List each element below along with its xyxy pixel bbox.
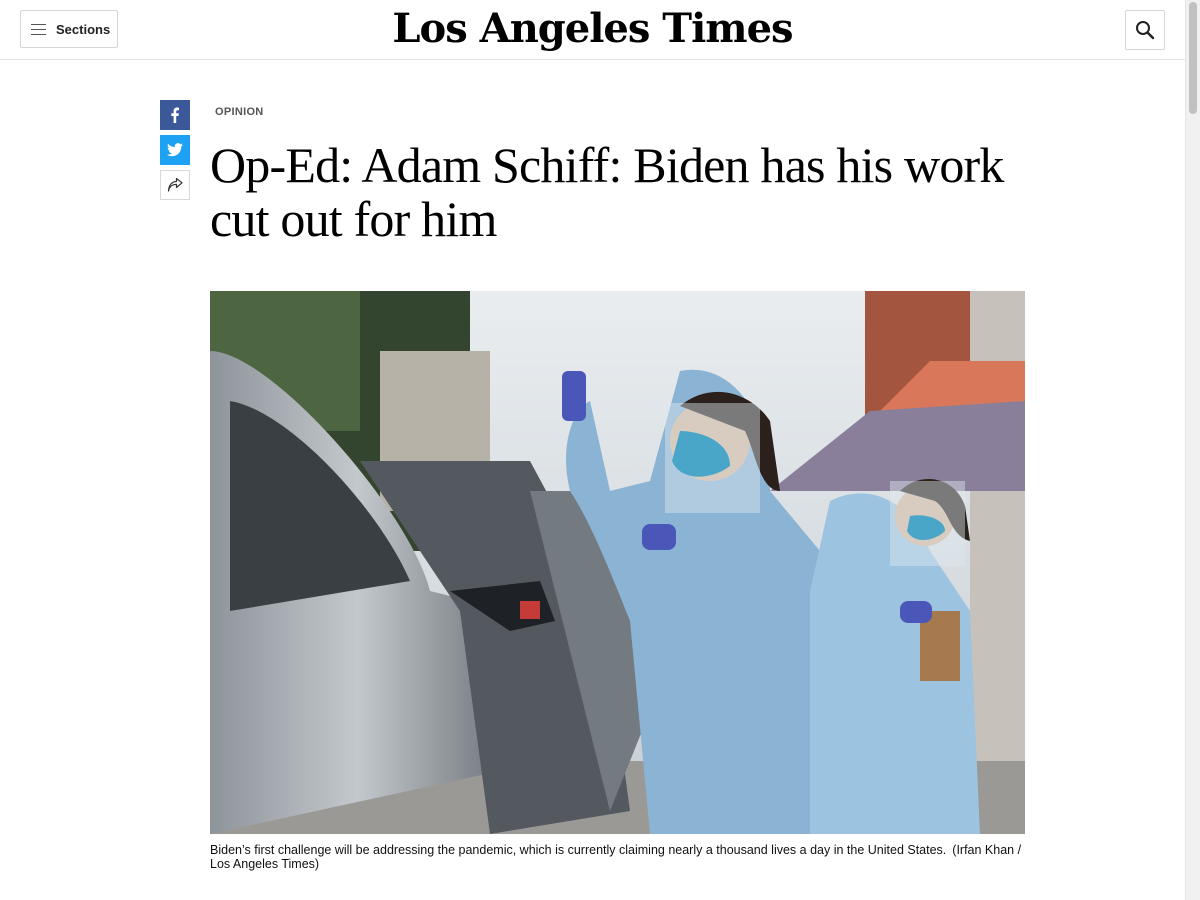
twitter-share-button[interactable] (160, 135, 190, 165)
search-button[interactable] (1125, 10, 1165, 50)
site-header: Sections Los Angeles Times (0, 0, 1185, 60)
page-scrollbar[interactable] (1185, 0, 1200, 900)
search-icon (1136, 21, 1155, 40)
testing-site-photo (210, 291, 1025, 834)
article-headline: Op-Ed: Adam Schiff: Biden has his work c… (210, 137, 1004, 247)
article-photo (210, 291, 1025, 834)
scrollbar-thumb[interactable] (1189, 2, 1197, 114)
share-arrow-icon (167, 178, 183, 192)
more-share-button[interactable] (160, 170, 190, 200)
section-kicker[interactable]: OPINION (215, 106, 264, 118)
photo-caption: Biden’s first challenge will be addressi… (210, 843, 1025, 871)
facebook-icon (171, 107, 179, 123)
twitter-icon (167, 143, 183, 157)
site-logo[interactable]: Los Angeles Times (0, 4, 1185, 54)
facebook-share-button[interactable] (160, 100, 190, 130)
caption-text: Biden’s first challenge will be addressi… (210, 843, 947, 857)
